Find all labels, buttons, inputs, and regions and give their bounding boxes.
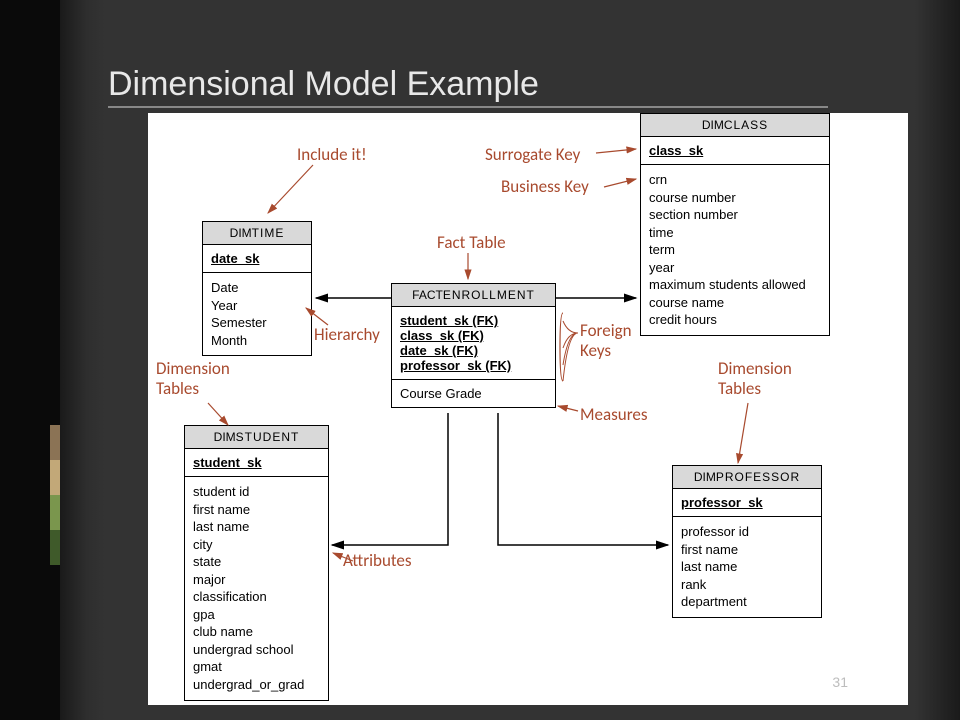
attr-row: first name xyxy=(193,501,320,519)
attr-row: maximum students allowed xyxy=(649,276,821,294)
fk-row: professor_sk (FK) xyxy=(400,358,547,373)
attr-row: club name xyxy=(193,623,320,641)
attr-row: state xyxy=(193,553,320,571)
anno-foreign-keys: Foreign Keys xyxy=(580,321,632,362)
attr-row: time xyxy=(649,224,821,242)
entity-dim-professor: DIMPROFESSOR professor_sk professor idfi… xyxy=(672,465,822,618)
attr-row: city xyxy=(193,536,320,554)
attr-row: classification xyxy=(193,588,320,606)
diagram-canvas: DIMTIME date_sk DateYearSemesterMonth DI… xyxy=(148,113,908,705)
attr-row: crn xyxy=(649,171,821,189)
attr-row: last name xyxy=(681,558,813,576)
anno-attributes: Attributes xyxy=(343,551,412,571)
attr-row: Semester xyxy=(211,314,303,332)
anno-business-key: Business Key xyxy=(501,177,589,197)
decorative-stripes xyxy=(50,425,60,565)
attr-row: major xyxy=(193,571,320,589)
attr-row: undergrad school xyxy=(193,641,320,659)
attr-row: first name xyxy=(681,541,813,559)
attr-row: gmat xyxy=(193,658,320,676)
attr-row: Year xyxy=(211,297,303,315)
attr-row: gpa xyxy=(193,606,320,624)
attr-row: term xyxy=(649,241,821,259)
fk-row: student_sk (FK) xyxy=(400,313,547,328)
attr-row: course name xyxy=(649,294,821,312)
slide-title: Dimensional Model Example xyxy=(108,65,539,104)
title-underline xyxy=(108,106,828,108)
entity-dim-time: DIMTIME date_sk DateYearSemesterMonth xyxy=(202,221,312,356)
attr-row: student id xyxy=(193,483,320,501)
anno-include-it: Include it! xyxy=(297,145,367,165)
anno-measures: Measures xyxy=(580,405,648,425)
entity-dim-class: DIMCLASS class_sk crncourse numbersectio… xyxy=(640,113,830,336)
attr-row: last name xyxy=(193,518,320,536)
attr-row: professor id xyxy=(681,523,813,541)
attr-row: Date xyxy=(211,279,303,297)
anno-dimension-tables-left: Dimension Tables xyxy=(156,359,230,400)
fk-row: date_sk (FK) xyxy=(400,343,547,358)
fk-row: class_sk (FK) xyxy=(400,328,547,343)
attr-row: credit hours xyxy=(649,311,821,329)
attr-row: undergrad_or_grad xyxy=(193,676,320,694)
entity-dim-student: DIMSTUDENT student_sk student idfirst na… xyxy=(184,425,329,701)
anno-fact-table: Fact Table xyxy=(437,233,506,253)
attr-row: Month xyxy=(211,332,303,350)
anno-hierarchy: Hierarchy xyxy=(314,325,380,345)
attr-row: course number xyxy=(649,189,821,207)
attr-row: rank xyxy=(681,576,813,594)
page-number: 31 xyxy=(832,674,848,690)
attr-row: department xyxy=(681,593,813,611)
anno-dimension-tables-right: Dimension Tables xyxy=(718,359,792,400)
attr-row: year xyxy=(649,259,821,277)
entity-fact-enrollment: FACTENROLLMENT student_sk (FK)class_sk (… xyxy=(391,283,556,408)
anno-surrogate-key: Surrogate Key xyxy=(485,145,580,165)
attr-row: section number xyxy=(649,206,821,224)
